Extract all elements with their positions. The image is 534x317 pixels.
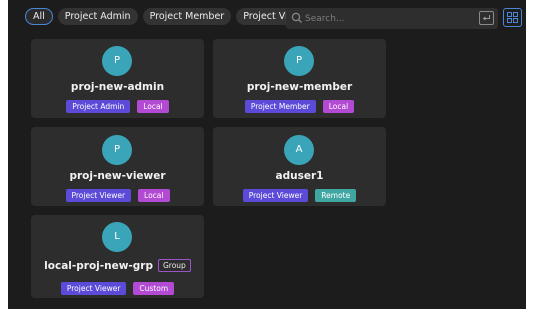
role-badge: Project Admin — [66, 100, 131, 113]
filter-project-admin[interactable]: Project Admin — [57, 8, 138, 25]
avatar: L — [102, 222, 132, 252]
search-icon — [291, 12, 302, 23]
group-name-row: local-proj-new-grp Group — [31, 259, 204, 272]
member-name: proj-new-admin — [70, 81, 165, 93]
enter-return-icon — [482, 15, 490, 21]
members-panel: All Project Admin Project Member Project… — [8, 0, 526, 309]
member-tags: Project Member Local — [213, 100, 386, 113]
role-badge: Project Viewer — [242, 189, 309, 202]
search-submit-button[interactable] — [479, 11, 494, 25]
member-name: aduser1 — [275, 170, 324, 182]
member-name: proj-new-member — [246, 81, 353, 93]
group-card[interactable]: L local-proj-new-grp Group Project Viewer… — [31, 215, 204, 298]
role-badge: Project Viewer — [60, 282, 127, 295]
group-name: local-proj-new-grp — [44, 260, 153, 272]
member-card[interactable]: P proj-new-admin Project Admin Local — [31, 39, 204, 118]
member-card[interactable]: P proj-new-member Project Member Local — [213, 39, 386, 118]
member-tags: Project Admin Local — [31, 100, 204, 113]
role-badge: Project Member — [244, 100, 316, 113]
search-input[interactable] — [305, 10, 473, 27]
group-badge: Group — [157, 259, 191, 272]
role-filter-bar: All Project Admin Project Member Project… — [25, 8, 319, 25]
member-name: proj-new-viewer — [69, 170, 166, 182]
avatar: P — [284, 46, 314, 76]
member-tags: Project Viewer Remote — [213, 189, 386, 202]
filter-all[interactable]: All — [25, 8, 53, 25]
avatar: P — [102, 135, 132, 165]
search-box — [286, 8, 498, 29]
source-badge: Custom — [133, 282, 175, 295]
member-tags: Project Viewer Custom — [31, 282, 204, 295]
filter-project-member[interactable]: Project Member — [142, 8, 232, 25]
source-badge: Local — [138, 189, 170, 202]
avatar: P — [102, 46, 132, 76]
role-badge: Project Viewer — [65, 189, 132, 202]
avatar: A — [284, 135, 314, 165]
source-badge: Local — [322, 100, 355, 113]
grid-view-button[interactable] — [503, 8, 522, 27]
grid-view-icon — [507, 12, 518, 23]
source-badge: Local — [137, 100, 169, 113]
member-card[interactable]: A aduser1 Project Viewer Remote — [213, 127, 386, 206]
member-tags: Project Viewer Local — [31, 189, 204, 202]
source-badge: Remote — [315, 189, 357, 202]
member-card[interactable]: P proj-new-viewer Project Viewer Local — [31, 127, 204, 206]
